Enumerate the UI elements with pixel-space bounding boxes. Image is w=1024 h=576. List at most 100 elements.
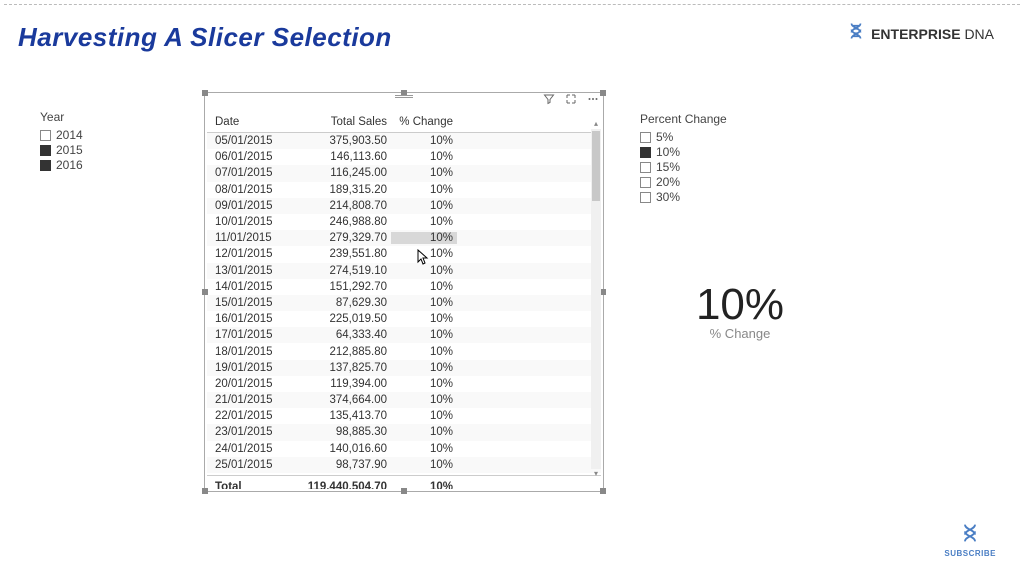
cell-change: 10% — [391, 184, 457, 196]
card-label: % Change — [640, 326, 840, 341]
table-row[interactable]: 23/01/201598,885.3010% — [207, 424, 601, 440]
top-dashed-border — [4, 4, 1020, 5]
cell-date: 10/01/2015 — [211, 216, 283, 228]
checkbox-icon[interactable] — [640, 177, 651, 188]
brand-logo: ENTERPRISE DNA — [847, 22, 994, 45]
cell-date: 14/01/2015 — [211, 281, 283, 293]
slicer-percent-title: Percent Change — [640, 112, 727, 126]
table-row[interactable]: 18/01/2015212,885.8010% — [207, 343, 601, 359]
table-row[interactable]: 21/01/2015374,664.0010% — [207, 392, 601, 408]
more-options-icon[interactable] — [585, 91, 601, 110]
slicer-year-label: 2015 — [56, 143, 83, 157]
brand-name: ENTERPRISE — [871, 26, 960, 42]
cell-date: 18/01/2015 — [211, 346, 283, 358]
checkbox-icon[interactable] — [640, 147, 651, 158]
card-value: 10% — [640, 280, 840, 330]
cell-date: 19/01/2015 — [211, 362, 283, 374]
checkbox-icon[interactable] — [640, 162, 651, 173]
slicer-year: Year 201420152016 — [40, 110, 83, 173]
table-body: 05/01/2015375,903.5010%06/01/2015146,113… — [207, 133, 601, 475]
scroll-up-icon[interactable]: ▴ — [591, 119, 601, 129]
cell-date: 13/01/2015 — [211, 265, 283, 277]
table-row[interactable]: 09/01/2015214,808.7010% — [207, 198, 601, 214]
cell-sales: 225,019.50 — [283, 313, 391, 325]
cell-change: 10% — [391, 426, 457, 438]
cell-sales: 146,113.60 — [283, 151, 391, 163]
table-row[interactable]: 20/01/2015119,394.0010% — [207, 376, 601, 392]
cell-sales: 279,329.70 — [283, 232, 391, 244]
vertical-scrollbar[interactable]: ▴ ▾ — [591, 129, 601, 469]
subscribe-badge[interactable]: SUBSCRIBE — [944, 523, 996, 558]
slicer-percent-change: Percent Change 5%10%15%20%30% — [640, 112, 727, 205]
table-row[interactable]: 25/01/201598,737.9010% — [207, 457, 601, 473]
table-row[interactable]: 08/01/2015189,315.2010% — [207, 182, 601, 198]
slicer-percent-option[interactable]: 5% — [640, 130, 727, 144]
table-row[interactable]: 07/01/2015116,245.0010% — [207, 165, 601, 181]
cell-sales: 119,394.00 — [283, 378, 391, 390]
cell-change: 10% — [391, 313, 457, 325]
table-row[interactable]: 14/01/2015151,292.7010% — [207, 279, 601, 295]
cell-date: 15/01/2015 — [211, 297, 283, 309]
slicer-year-option[interactable]: 2014 — [40, 128, 83, 142]
cell-date: 21/01/2015 — [211, 394, 283, 406]
visual-header — [541, 91, 601, 110]
cell-change: 10% — [391, 410, 457, 422]
table-footer: Total 119,440,504.70 10% — [207, 475, 601, 489]
table-row[interactable]: 15/01/201587,629.3010% — [207, 295, 601, 311]
table-row[interactable]: 17/01/201564,333.4010% — [207, 327, 601, 343]
checkbox-icon[interactable] — [640, 132, 651, 143]
table-row[interactable]: 24/01/2015140,016.6010% — [207, 441, 601, 457]
checkbox-icon[interactable] — [40, 145, 51, 156]
cell-date: 20/01/2015 — [211, 378, 283, 390]
table-row[interactable]: 11/01/2015279,329.7010% — [207, 230, 601, 246]
checkbox-icon[interactable] — [640, 192, 651, 203]
scrollbar-thumb[interactable] — [592, 131, 600, 201]
total-sales: 119,440,504.70 — [283, 479, 391, 489]
slicer-year-option[interactable]: 2015 — [40, 143, 83, 157]
cell-change: 10% — [391, 346, 457, 358]
col-header-date[interactable]: Date — [211, 114, 283, 130]
cell-sales: 374,664.00 — [283, 394, 391, 406]
checkbox-icon[interactable] — [40, 130, 51, 141]
brand-suffix: DNA — [964, 26, 994, 42]
cell-date: 08/01/2015 — [211, 184, 283, 196]
cell-date: 06/01/2015 — [211, 151, 283, 163]
scroll-down-icon[interactable]: ▾ — [591, 469, 601, 479]
cell-change: 10% — [391, 248, 457, 260]
cell-change: 10% — [391, 378, 457, 390]
col-header-sales[interactable]: Total Sales — [283, 114, 391, 130]
cell-date: 12/01/2015 — [211, 248, 283, 260]
slicer-percent-label: 15% — [656, 160, 680, 174]
table-row[interactable]: 13/01/2015274,519.1010% — [207, 263, 601, 279]
table-row[interactable]: 16/01/2015225,019.5010% — [207, 311, 601, 327]
table-visual[interactable]: Date Total Sales % Change 05/01/2015375,… — [204, 92, 604, 492]
table-row[interactable]: 12/01/2015239,551.8010% — [207, 246, 601, 262]
table-row[interactable]: 19/01/2015137,825.7010% — [207, 360, 601, 376]
cell-sales: 274,519.10 — [283, 265, 391, 277]
table-row[interactable]: 06/01/2015146,113.6010% — [207, 149, 601, 165]
slicer-percent-option[interactable]: 30% — [640, 190, 727, 204]
cell-change: 10% — [391, 329, 457, 341]
table-row[interactable]: 05/01/2015375,903.5010% — [207, 133, 601, 149]
checkbox-icon[interactable] — [40, 160, 51, 171]
slicer-year-option[interactable]: 2016 — [40, 158, 83, 172]
focus-mode-icon[interactable] — [563, 91, 579, 110]
col-header-change[interactable]: % Change — [391, 114, 457, 130]
cell-sales: 151,292.70 — [283, 281, 391, 293]
slicer-year-title: Year — [40, 110, 83, 124]
filter-icon[interactable] — [541, 91, 557, 110]
table-row[interactable]: 22/01/2015135,413.7010% — [207, 408, 601, 424]
table-row[interactable]: 10/01/2015246,988.8010% — [207, 214, 601, 230]
cell-sales: 137,825.70 — [283, 362, 391, 374]
cell-date: 23/01/2015 — [211, 426, 283, 438]
dna-icon — [847, 22, 865, 45]
cell-change: 10% — [391, 216, 457, 228]
cell-sales: 98,737.90 — [283, 459, 391, 471]
dna-icon — [944, 523, 996, 549]
drag-handle-icon[interactable] — [395, 95, 413, 98]
cell-date: 17/01/2015 — [211, 329, 283, 341]
slicer-percent-option[interactable]: 15% — [640, 160, 727, 174]
cell-sales: 214,808.70 — [283, 200, 391, 212]
slicer-percent-option[interactable]: 10% — [640, 145, 727, 159]
slicer-percent-option[interactable]: 20% — [640, 175, 727, 189]
